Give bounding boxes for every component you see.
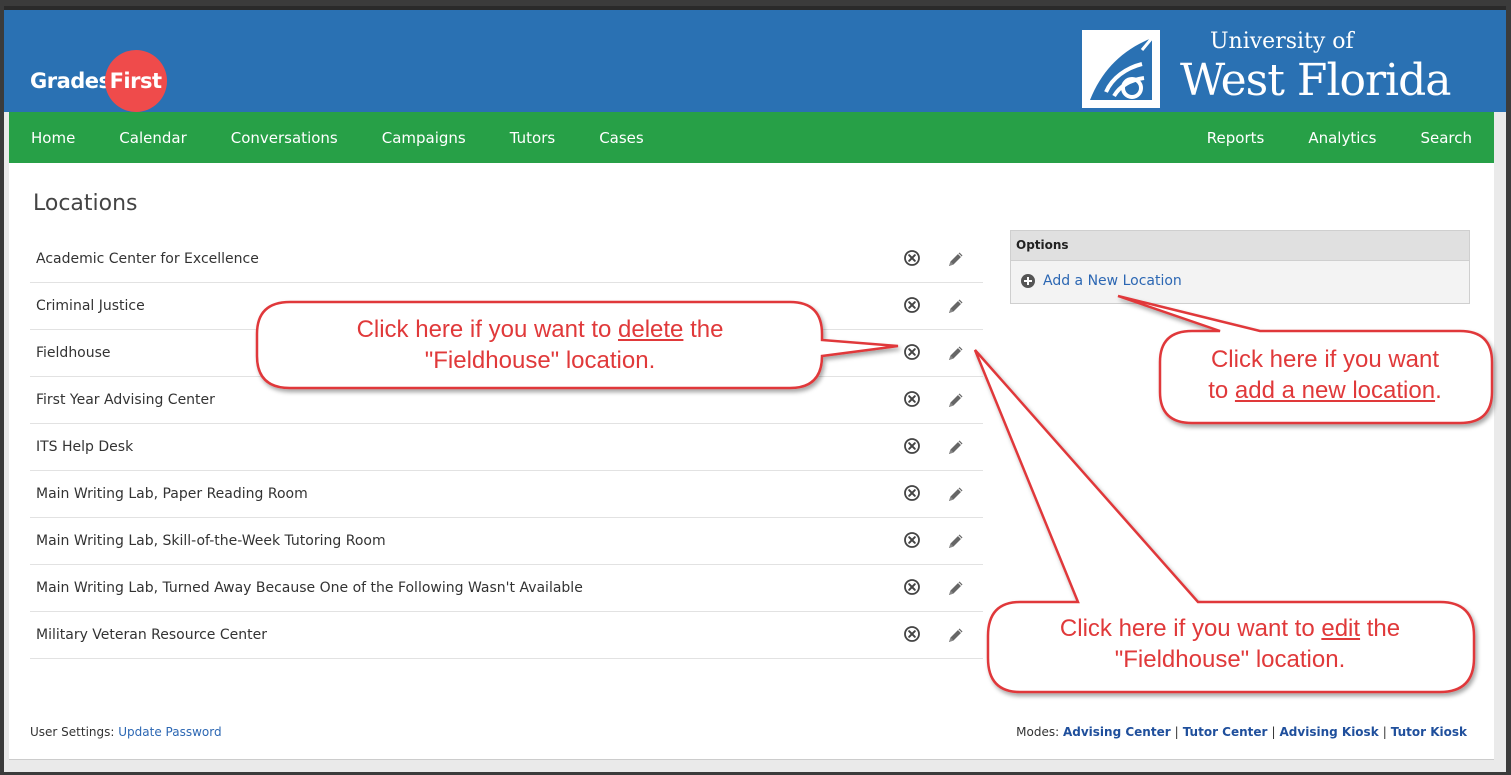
callout-add-text: Click here if you want to add a new loca…	[1208, 346, 1442, 404]
callout-edit-text: Click here if you want to edit the "Fiel…	[1059, 615, 1401, 673]
callout-add-underlined: add a new location	[1234, 377, 1436, 404]
callout-delete-underlined: delete	[618, 316, 684, 343]
callout-delete-text: Click here if you want to delete the "Fi…	[356, 316, 724, 374]
callout-edit-underlined: edit	[1321, 615, 1361, 642]
